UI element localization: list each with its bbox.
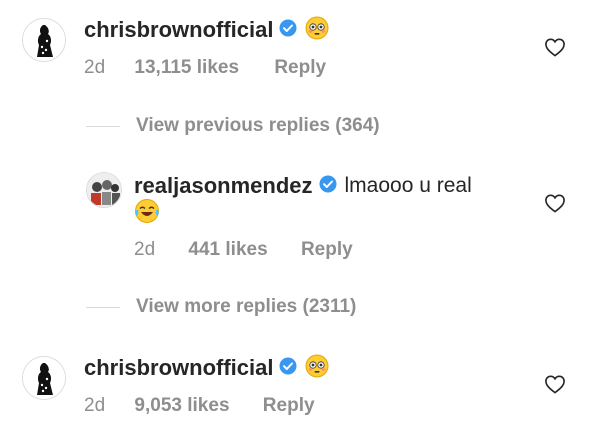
likes-count[interactable]: 9,053 likes: [134, 395, 229, 417]
flushed-face-emoji-icon: [305, 354, 329, 383]
verified-badge-icon: [279, 357, 297, 380]
likes-count[interactable]: 441 likes: [188, 239, 267, 261]
comment-meta: 2d 13,115 likes Reply: [84, 57, 326, 79]
view-previous-replies-label: View previous replies (364): [136, 115, 380, 136]
reply-button[interactable]: Reply: [301, 239, 353, 261]
comment-text: lmaooo u real: [344, 174, 472, 197]
comment-header: realjasonmendez lmaooo u real: [134, 172, 472, 200]
comment-meta: 2d 9,053 likes Reply: [84, 395, 315, 417]
thread-divider: [86, 306, 120, 308]
comment-header: chrisbrownofficial: [84, 16, 329, 44]
username[interactable]: chrisbrownofficial: [84, 355, 273, 381]
comment-age: 2d: [84, 395, 106, 416]
comment-age: 2d: [134, 239, 156, 260]
avatar[interactable]: [22, 356, 66, 400]
comment-meta: 2d 441 likes Reply: [134, 239, 353, 261]
username[interactable]: chrisbrownofficial: [84, 17, 273, 43]
view-more-replies-button[interactable]: View more replies (2311): [86, 296, 356, 318]
reply-button[interactable]: Reply: [274, 57, 326, 79]
like-heart-icon[interactable]: [544, 193, 566, 218]
verified-badge-icon: [319, 175, 337, 198]
avatar-image: [23, 19, 65, 61]
avatar-image: [23, 357, 65, 399]
reply-button[interactable]: Reply: [263, 395, 315, 417]
username[interactable]: realjasonmendez: [134, 173, 313, 199]
like-heart-icon[interactable]: [544, 37, 566, 62]
view-more-replies-label: View more replies (2311): [136, 296, 357, 317]
like-heart-icon[interactable]: [544, 374, 566, 399]
avatar[interactable]: [86, 172, 122, 208]
avatar-image: [87, 173, 121, 207]
flushed-face-emoji-icon: [305, 16, 329, 45]
view-previous-replies-button[interactable]: View previous replies (364): [86, 115, 380, 137]
comment-header: chrisbrownofficial: [84, 354, 329, 382]
verified-badge-icon: [279, 19, 297, 42]
thread-divider: [86, 125, 120, 127]
avatar[interactable]: [22, 18, 66, 62]
likes-count[interactable]: 13,115 likes: [134, 57, 239, 79]
comment-age: 2d: [84, 57, 106, 78]
tears-of-joy-emoji-icon: [134, 198, 160, 229]
